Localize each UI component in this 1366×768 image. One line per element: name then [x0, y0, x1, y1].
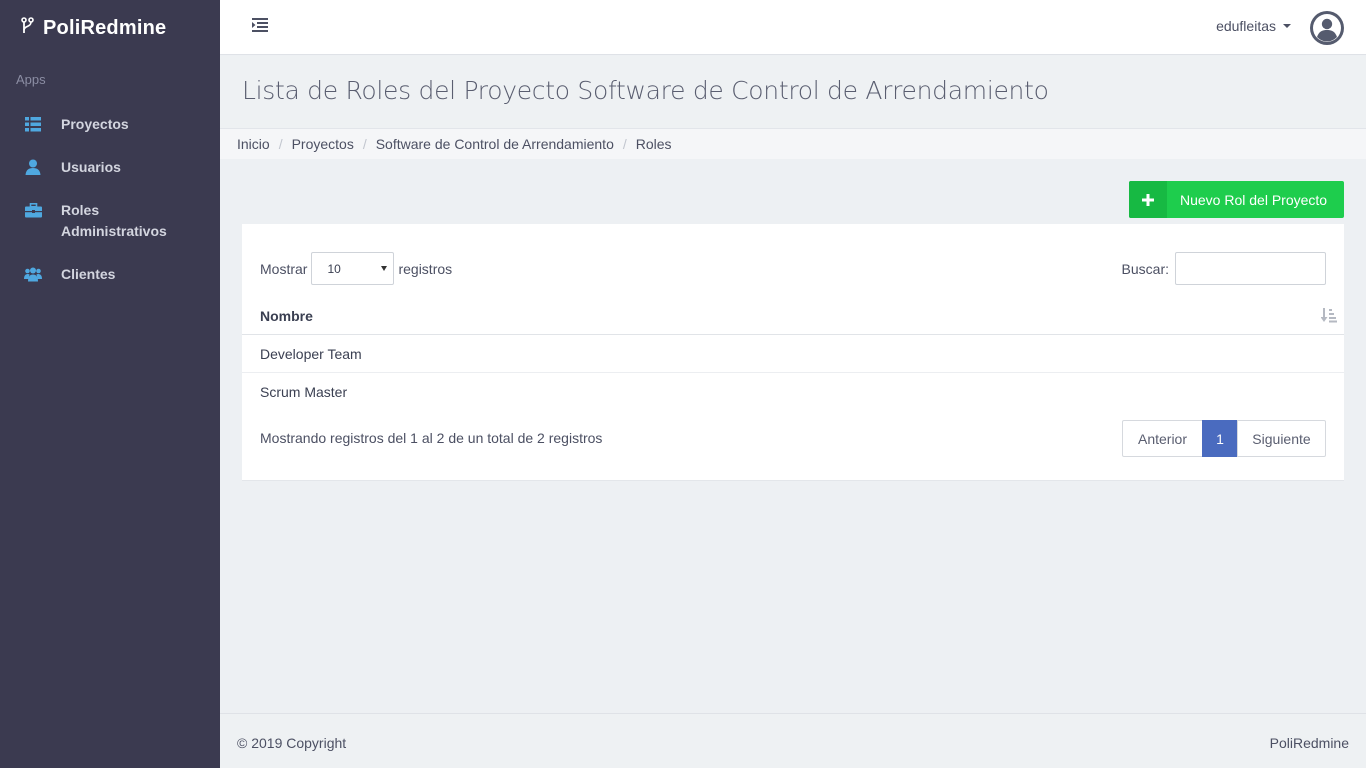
users-group-icon	[24, 265, 42, 283]
username: edufleitas	[1216, 18, 1276, 34]
user-icon	[24, 158, 42, 176]
breadcrumb-roles: Roles	[635, 136, 672, 152]
breadcrumb-inicio[interactable]: Inicio	[237, 136, 270, 152]
breadcrumb-separator: /	[362, 136, 367, 152]
list-icon	[24, 115, 42, 133]
column-header-nombre[interactable]: Nombre	[242, 298, 1344, 335]
breadcrumb: Inicio / Proyectos / Software de Control…	[220, 128, 1366, 159]
pagination-next-button[interactable]: Siguiente	[1237, 420, 1326, 457]
table-row[interactable]: Scrum Master	[242, 373, 1344, 411]
roles-table-panel: Mostrar 10 registros Buscar: Nombre Deve…	[242, 224, 1344, 481]
page-length-select[interactable]: 10	[311, 252, 395, 285]
table-row[interactable]: Developer Team	[242, 335, 1344, 373]
length-suffix: registros	[398, 260, 453, 277]
role-name: Scrum Master	[260, 384, 348, 400]
page-header: Lista de Roles del Proyecto Software de …	[220, 56, 1366, 128]
plus-icon	[1129, 181, 1167, 218]
sidebar-toggle-icon[interactable]	[252, 18, 270, 34]
sidebar-section-label: Apps	[16, 72, 46, 87]
breadcrumb-separator: /	[278, 136, 283, 152]
column-header-label: Nombre	[260, 308, 313, 324]
page-title: Lista de Roles del Proyecto Software de …	[242, 76, 1049, 105]
sidebar-item-roles-administrativos[interactable]: Roles Administrativos	[24, 200, 214, 242]
user-menu[interactable]: edufleitas	[1216, 18, 1291, 34]
table-search-control: Buscar:	[1122, 252, 1326, 285]
pagination: Anterior 1 Siguiente	[1122, 420, 1326, 457]
new-project-role-label: Nuevo Rol del Proyecto	[1180, 191, 1328, 208]
footer: © 2019 Copyright PoliRedmine	[220, 713, 1366, 768]
breadcrumb-separator: /	[622, 136, 627, 152]
footer-copyright: © 2019 Copyright	[237, 735, 347, 751]
breadcrumb-proyecto[interactable]: Software de Control de Arrendamiento	[376, 136, 614, 152]
breadcrumb-proyectos[interactable]: Proyectos	[292, 136, 354, 152]
search-input[interactable]	[1175, 252, 1326, 285]
chevron-down-icon	[1283, 24, 1291, 28]
sidebar-item-label: Usuarios	[61, 159, 121, 175]
page-length-control: Mostrar 10 registros	[260, 252, 452, 285]
sidebar-item-clientes[interactable]: Clientes	[24, 264, 214, 285]
branch-icon	[20, 16, 34, 40]
select-arrow-icon	[381, 266, 388, 271]
length-prefix: Mostrar	[260, 260, 308, 277]
sidebar-item-label: Roles Administrativos	[61, 202, 167, 239]
sidebar-item-label: Clientes	[61, 266, 116, 282]
brand[interactable]: PoliRedmine	[20, 15, 166, 41]
sidebar-item-proyectos[interactable]: Proyectos	[24, 114, 214, 135]
pagination-prev-button[interactable]: Anterior	[1122, 420, 1203, 457]
pagination-page-button[interactable]: 1	[1202, 420, 1238, 457]
role-name: Developer Team	[260, 345, 362, 362]
new-project-role-button[interactable]: Nuevo Rol del Proyecto	[1129, 181, 1344, 218]
table-info: Mostrando registros del 1 al 2 de un tot…	[260, 430, 603, 446]
topbar: edufleitas	[220, 0, 1366, 55]
sort-icon[interactable]	[1320, 307, 1337, 326]
sidebar-item-usuarios[interactable]: Usuarios	[24, 157, 214, 178]
sidebar: PoliRedmine Apps Proyectos Usuarios Role…	[0, 0, 220, 768]
footer-brand: PoliRedmine	[1269, 735, 1349, 751]
sidebar-item-label: Proyectos	[61, 116, 129, 132]
briefcase-icon	[24, 201, 42, 219]
page-length-value: 10	[327, 261, 341, 276]
search-label: Buscar:	[1121, 260, 1169, 277]
roles-table: Nombre Developer Team Scrum Master	[242, 298, 1344, 411]
brand-title: PoliRedmine	[43, 16, 167, 39]
avatar[interactable]	[1309, 10, 1345, 46]
